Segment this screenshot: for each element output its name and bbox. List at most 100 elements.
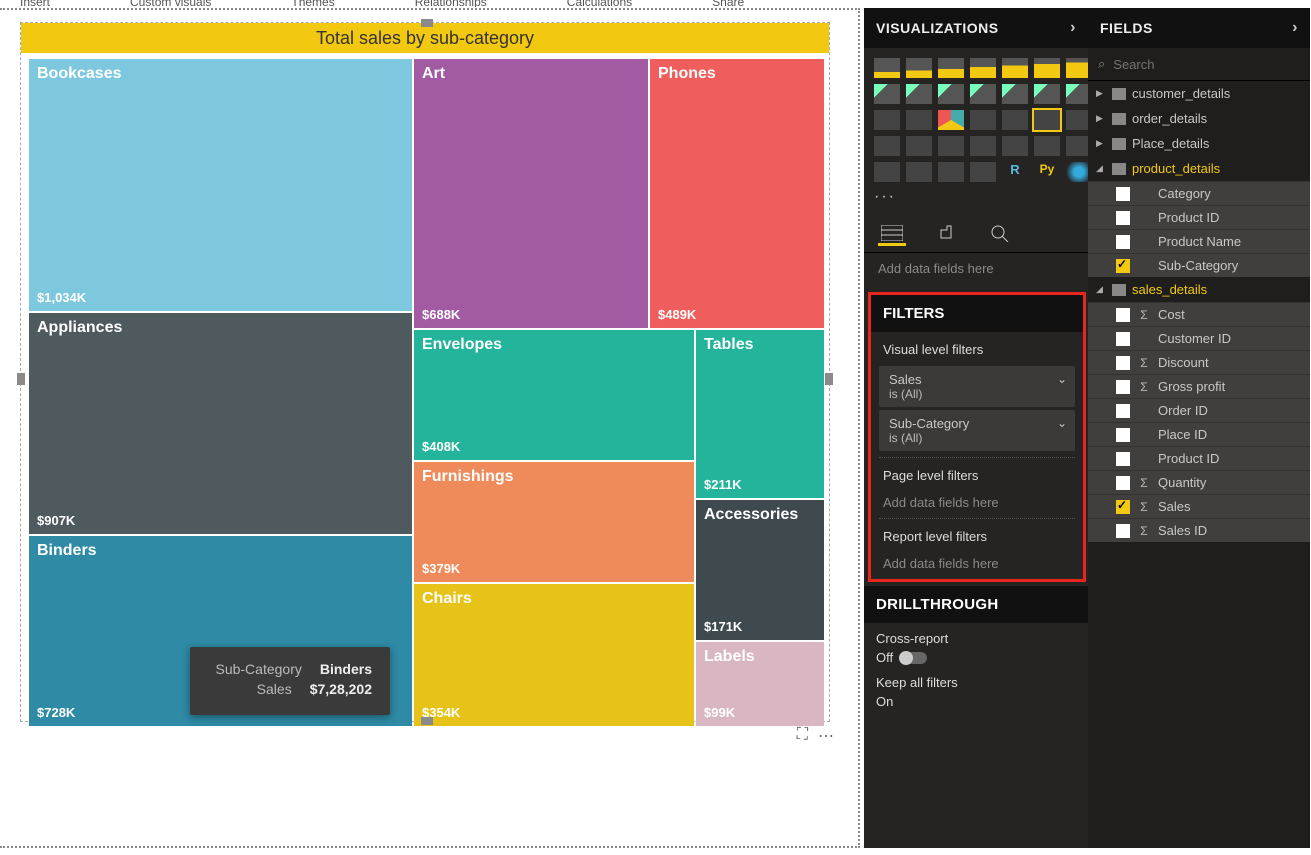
viz-type-icon[interactable] [906,110,932,130]
viz-type-icon[interactable] [938,136,964,156]
viz-type-icon[interactable] [874,84,900,104]
table-row[interactable]: ◢product_details [1088,156,1310,181]
treemap-cell[interactable]: Bookcases$1,034K [29,59,412,311]
viz-type-icon[interactable] [970,110,996,130]
treemap-cell[interactable]: Tables$211K [696,330,824,498]
viz-type-icon[interactable] [1034,110,1060,130]
field-row[interactable]: Product ID [1088,446,1310,470]
field-row[interactable]: Sub-Category [1088,253,1310,277]
viz-type-icon[interactable]: R [1002,162,1028,182]
viz-type-icon[interactable] [1002,136,1028,156]
table-row[interactable]: ▶customer_details [1088,81,1310,106]
field-checkbox[interactable] [1116,211,1130,225]
viz-type-icon[interactable] [938,110,964,130]
filter-card-sales[interactable]: Sales⌄ is (All) [879,366,1075,407]
viz-type-icon[interactable]: Py [1034,162,1060,182]
viz-type-icon[interactable] [1002,110,1028,130]
field-checkbox[interactable] [1116,380,1130,394]
viz-type-icon[interactable] [874,110,900,130]
resize-handle-left[interactable] [17,373,25,385]
viz-type-icon[interactable] [1034,84,1060,104]
field-checkbox[interactable] [1116,428,1130,442]
viz-type-icon[interactable] [1002,58,1028,78]
chevron-down-icon[interactable]: ⌄ [1057,372,1067,386]
analytics-tab[interactable] [986,222,1014,246]
chevron-down-icon[interactable]: ⌄ [1057,416,1067,430]
expand-icon[interactable]: ◢ [1096,284,1106,295]
search-input[interactable] [1113,57,1263,72]
viz-type-icon[interactable] [1066,110,1088,130]
field-row[interactable]: ΣGross profit [1088,374,1310,398]
viz-type-icon[interactable] [1002,84,1028,104]
viz-type-icon[interactable] [938,84,964,104]
treemap-cell[interactable]: Chairs$354K [414,584,694,726]
treemap-chart[interactable]: Bookcases$1,034KAppliances$907KBinders$7… [29,59,824,727]
field-checkbox[interactable] [1116,476,1130,490]
field-checkbox[interactable] [1116,356,1130,370]
field-checkbox[interactable] [1116,332,1130,346]
field-row[interactable]: Product Name [1088,229,1310,253]
field-checkbox[interactable] [1116,404,1130,418]
field-checkbox[interactable] [1116,308,1130,322]
resize-handle-right[interactable] [825,373,833,385]
field-checkbox[interactable] [1116,452,1130,466]
viz-type-icon[interactable] [938,162,964,182]
viz-type-icon[interactable] [906,84,932,104]
viz-type-icon[interactable] [1034,58,1060,78]
table-row[interactable]: ▶order_details [1088,106,1310,131]
resize-handle-bottom[interactable] [421,717,433,725]
viz-type-icon[interactable] [1066,136,1088,156]
cross-report-toggle[interactable]: Off [876,650,927,665]
visualizations-header[interactable]: VISUALIZATIONS› [864,8,1088,48]
expand-icon[interactable]: ◢ [1096,163,1106,174]
treemap-cell[interactable]: Envelopes$408K [414,330,694,460]
viz-type-icon[interactable] [906,58,932,78]
viz-type-icon[interactable] [874,136,900,156]
viz-type-icon[interactable] [970,84,996,104]
field-row[interactable]: ΣQuantity [1088,470,1310,494]
viz-type-icon[interactable] [970,136,996,156]
focus-mode-icon[interactable]: ⛶ [797,726,808,746]
fields-search[interactable]: ⌕ [1088,48,1310,81]
viz-type-icon[interactable] [938,58,964,78]
treemap-cell[interactable]: Appliances$907K [29,313,412,534]
expand-icon[interactable]: ▶ [1096,138,1106,149]
field-row[interactable]: Category [1088,181,1310,205]
field-checkbox[interactable] [1116,235,1130,249]
field-row[interactable]: Customer ID [1088,326,1310,350]
more-options-icon[interactable]: ⋯ [818,726,834,746]
treemap-cell[interactable]: Accessories$171K [696,500,824,640]
viz-type-icon[interactable] [970,58,996,78]
field-checkbox[interactable] [1116,187,1130,201]
treemap-cell[interactable]: Phones$489K [650,59,824,328]
keep-filters-toggle[interactable]: On [876,694,893,709]
treemap-cell[interactable]: Furnishings$379K [414,462,694,582]
field-row[interactable]: ΣSales [1088,494,1310,518]
chevron-right-icon[interactable]: › [1292,19,1298,37]
treemap-cell[interactable]: Art$688K [414,59,648,328]
viz-type-icon[interactable] [1034,136,1060,156]
viz-type-icon[interactable] [1066,162,1088,182]
filter-card-subcategory[interactable]: Sub-Category⌄ is (All) [879,410,1075,451]
expand-icon[interactable]: ▶ [1096,113,1106,124]
field-checkbox[interactable] [1116,500,1130,514]
table-row[interactable]: ▶Place_details [1088,131,1310,156]
field-well-hint[interactable]: Add data fields here [864,253,1088,288]
field-checkbox[interactable] [1116,524,1130,538]
chevron-right-icon[interactable]: › [1070,19,1076,37]
page-filters-dropzone[interactable]: Add data fields here [871,489,1083,512]
field-row[interactable]: ΣCost [1088,302,1310,326]
field-row[interactable]: ΣDiscount [1088,350,1310,374]
viz-type-icon[interactable] [906,136,932,156]
visual-frame[interactable]: Total sales by sub-category Bookcases$1,… [20,22,830,722]
field-row[interactable]: Place ID [1088,422,1310,446]
expand-icon[interactable]: ▶ [1096,88,1106,99]
gallery-more-icon[interactable]: ··· [864,186,1088,214]
viz-type-icon[interactable] [1066,84,1088,104]
treemap-cell[interactable]: Labels$99K [696,642,824,726]
resize-handle-top[interactable] [421,19,433,27]
viz-type-icon[interactable] [874,162,900,182]
field-row[interactable]: ΣSales ID [1088,518,1310,542]
fields-well-tab[interactable] [878,222,906,246]
viz-type-icon[interactable] [874,58,900,78]
